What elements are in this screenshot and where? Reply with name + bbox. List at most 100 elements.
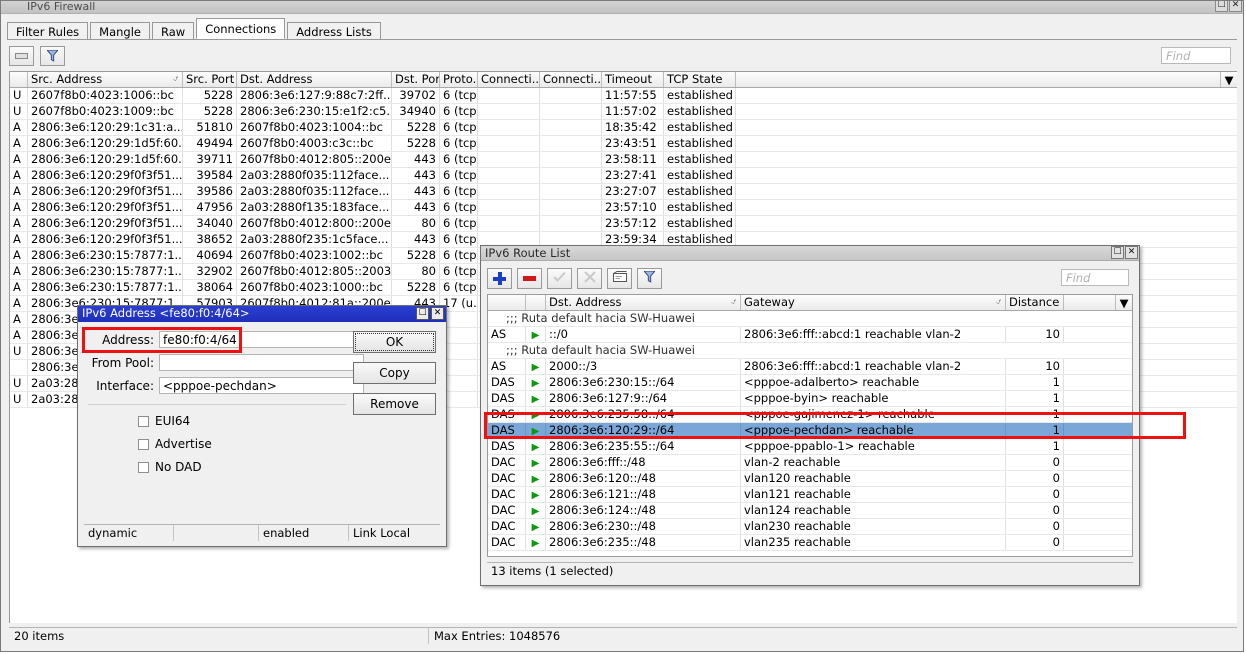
ok-button[interactable]: OK <box>353 331 436 353</box>
table-row[interactable]: DAC▶2806:3e6:235::/48vlan235 reachable0 <box>488 535 1132 551</box>
col-connection-2[interactable]: Connecti... <box>540 72 602 87</box>
eui64-checkbox[interactable] <box>138 416 149 427</box>
add-button[interactable] <box>487 268 512 289</box>
col-src-address[interactable]: Src. Address⍻ <box>28 72 183 87</box>
cell-flag: A <box>10 232 28 247</box>
advertise-row[interactable]: Advertise <box>138 437 212 451</box>
col-protocol[interactable]: Proto... <box>440 72 478 87</box>
restore-icon[interactable]: ☐ <box>1111 246 1124 259</box>
table-row[interactable]: A2806:3e6:120:29:1d5f:60...494942607f8b0… <box>10 136 1237 152</box>
cell-spacer <box>736 168 1237 183</box>
cell-c2 <box>540 184 602 199</box>
col-route-distance[interactable]: Distance <box>1006 295 1064 310</box>
cell-gateway: vlan-2 reachable <box>741 455 1006 470</box>
cell-dport: 34940 <box>392 104 440 119</box>
col-dst-port[interactable]: Dst. Port <box>392 72 440 87</box>
col-src-port[interactable]: Src. Port <box>183 72 237 87</box>
table-row[interactable]: DAC▶2806:3e6:120::/48vlan120 reachable0 <box>488 471 1132 487</box>
tab-address-lists[interactable]: Address Lists <box>287 22 381 40</box>
cell-flag: DAS <box>488 407 526 422</box>
table-row[interactable]: DAC▶2806:3e6:124::/48vlan124 reachable0 <box>488 503 1132 519</box>
cell-proto: 6 (tcp) <box>440 88 478 103</box>
cell-flag: A <box>10 216 28 231</box>
route-title: IPv6 Route List <box>485 246 570 260</box>
col-route-flag[interactable] <box>488 295 526 310</box>
table-row[interactable]: A2806:3e6:120:29:1d5f:60...397112607f8b0… <box>10 152 1237 168</box>
remove-button[interactable]: Remove <box>353 393 436 415</box>
close-icon[interactable]: ✕ <box>1125 246 1138 259</box>
cell-distance: 0 <box>1006 535 1064 550</box>
table-row[interactable]: DAC▶2806:3e6:fff::/48vlan-2 reachable0 <box>488 455 1132 471</box>
route-window-controls: ☐ ✕ <box>1111 246 1138 259</box>
table-row[interactable]: DAS▶2806:3e6:235:55::/64<pppoe-ppablo-1>… <box>488 439 1132 455</box>
table-row[interactable]: DAC▶2806:3e6:121::/48vlan121 reachable0 <box>488 487 1132 503</box>
table-row[interactable]: AS▶2000::/32806:3e6:fff::abcd:1 reachabl… <box>488 359 1132 375</box>
table-row[interactable]: A2806:3e6:120:29f0f3f51...395862a03:2880… <box>10 184 1237 200</box>
cell-flag: DAC <box>488 535 526 550</box>
col-dst-address[interactable]: Dst. Address <box>237 72 392 87</box>
table-row[interactable]: DAS▶2806:3e6:235:58::/64<pppoe-gajimenez… <box>488 407 1132 423</box>
cell-flag: DAC <box>488 503 526 518</box>
table-row[interactable]: U2607f8b0:4023:1006::bc52282806:3e6:127:… <box>10 88 1237 104</box>
filter-button[interactable] <box>40 46 65 66</box>
table-row[interactable]: DAS▶2806:3e6:120:29::/64<pppoe-pechdan> … <box>488 423 1132 439</box>
close-icon[interactable]: ✕ <box>1229 1 1242 12</box>
tab-filter-rules[interactable]: Filter Rules <box>7 22 88 40</box>
table-row[interactable]: A2806:3e6:120:29f0f3f51...340402607f8b0:… <box>10 216 1237 232</box>
search-input[interactable]: Find <box>1161 47 1231 64</box>
cell-gateway: <pppoe-pechdan> reachable <box>741 423 1006 438</box>
no-dad-checkbox[interactable] <box>138 462 149 473</box>
route-table: Dst. Address⍻ Gateway⍻ Distance ▼ ;;; Ru… <box>487 294 1133 557</box>
cell-dst: 2a03:2880f235:1c5face... <box>237 232 392 247</box>
status-enabled: enabled <box>259 525 349 541</box>
table-row[interactable]: DAS▶2806:3e6:127:9::/64<pppoe-byin> reac… <box>488 391 1132 407</box>
chevron-down-icon[interactable]: ▼ <box>1115 295 1132 310</box>
col-route-dst-address[interactable]: Dst. Address⍻ <box>546 295 741 310</box>
route-search-input[interactable]: Find <box>1061 269 1129 286</box>
table-row[interactable]: A2806:3e6:120:29:1c31:a...518102607f8b0:… <box>10 120 1237 136</box>
cell-proto: 6 (tcp) <box>440 184 478 199</box>
restore-icon[interactable]: ☐ <box>416 307 429 320</box>
table-row[interactable]: DAS▶2806:3e6:230:15::/64<pppoe-adalberto… <box>488 375 1132 391</box>
table-row[interactable]: A2806:3e6:120:29f0f3f51...479562a03:2880… <box>10 200 1237 216</box>
table-row[interactable]: A2806:3e6:120:29f0f3f51...395842a03:2880… <box>10 168 1237 184</box>
eui64-row[interactable]: EUI64 <box>138 414 190 428</box>
cell-proto: 6 (tcp) <box>440 216 478 231</box>
address-field[interactable]: fe80:f0:4/64 <box>159 331 364 348</box>
interface-field[interactable]: <pppoe-pechdan> <box>159 377 364 394</box>
route-active-arrow-icon: ▶ <box>526 519 546 534</box>
comment-row[interactable]: ;;; Ruta default hacia SW-Huawei <box>488 311 1132 327</box>
col-timeout[interactable]: Timeout <box>602 72 664 87</box>
close-icon[interactable]: ✕ <box>431 307 444 320</box>
col-flag[interactable] <box>10 72 28 87</box>
route-active-arrow-icon: ▶ <box>526 375 546 390</box>
col-tcp-state[interactable]: TCP State <box>664 72 736 87</box>
tab-raw[interactable]: Raw <box>152 22 194 40</box>
restore-icon[interactable]: ☐ <box>1215 1 1228 12</box>
tab-mangle[interactable]: Mangle <box>90 22 150 40</box>
col-connection-1[interactable]: Connecti... <box>478 72 540 87</box>
comment-button[interactable] <box>607 268 632 289</box>
interface-row: Interface: <pppoe-pechdan> <box>86 377 364 394</box>
table-row[interactable]: DAC▶2806:3e6:230::/48vlan230 reachable0 <box>488 519 1132 535</box>
cell-sport: 38064 <box>183 280 237 295</box>
no-dad-row[interactable]: No DAD <box>138 460 202 474</box>
cell-flag: U <box>10 104 28 119</box>
copy-button[interactable]: Copy <box>353 362 436 384</box>
from-pool-field[interactable] <box>159 354 364 371</box>
advertise-checkbox[interactable] <box>138 439 149 450</box>
main-statusbar: 20 items Max Entries: 1048576 <box>9 627 1237 644</box>
cell-proto: 6 (tcp) <box>440 104 478 119</box>
tab-connections[interactable]: Connections <box>196 18 285 39</box>
comment-row[interactable]: ;;; Ruta default hacia SW-Huawei <box>488 343 1132 359</box>
remove-button[interactable] <box>517 268 542 289</box>
table-row[interactable]: U2607f8b0:4023:1009::bc52282806:3e6:230:… <box>10 104 1237 120</box>
chevron-down-icon[interactable]: ▼ <box>1220 72 1237 87</box>
filter-button[interactable] <box>637 268 662 289</box>
cell-c1 <box>478 152 540 167</box>
cell-spacer <box>1064 519 1132 534</box>
col-route-gateway[interactable]: Gateway⍻ <box>741 295 1006 310</box>
table-row[interactable]: AS▶::/02806:3e6:fff::abcd:1 reachable vl… <box>488 327 1132 343</box>
remove-button[interactable] <box>9 46 34 66</box>
cell-distance: 1 <box>1006 407 1064 422</box>
